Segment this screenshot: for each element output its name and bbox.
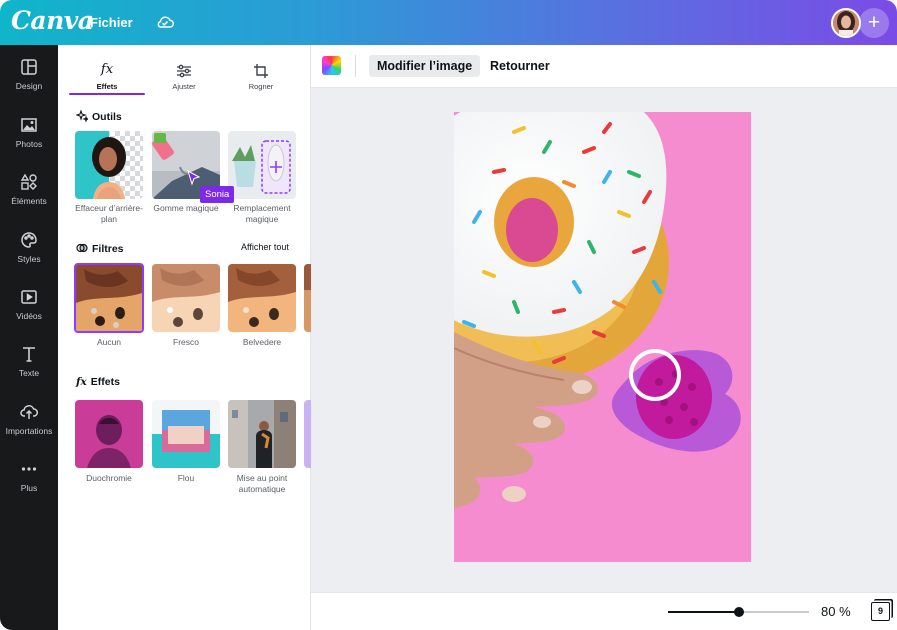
tab-effects[interactable]: fx Effets bbox=[69, 61, 145, 91]
image-icon bbox=[21, 118, 37, 132]
effect-autofocus-thumb[interactable] bbox=[228, 400, 296, 468]
tab-crop[interactable]: Rogner bbox=[223, 61, 299, 91]
filter-none-thumb[interactable] bbox=[74, 263, 144, 333]
rail-label: Plus bbox=[20, 483, 38, 493]
section-title-filters: Filtres bbox=[76, 242, 124, 255]
effect-label: Flou bbox=[177, 473, 195, 483]
tab-label: Rogner bbox=[248, 82, 274, 91]
show-all-filters-link[interactable]: Afficher tout bbox=[241, 242, 289, 252]
video-icon bbox=[21, 290, 37, 304]
active-tab-indicator bbox=[69, 93, 145, 95]
sliders-icon bbox=[146, 61, 222, 79]
effect-next-thumb-partial[interactable] bbox=[304, 400, 311, 468]
effects-title: Effets bbox=[90, 376, 120, 388]
rail-item-uploads[interactable]: Importations bbox=[0, 403, 58, 453]
section-title-tools: Outils bbox=[75, 109, 122, 123]
edit-image-button[interactable]: Modifier l’image bbox=[369, 55, 481, 77]
filter-label: Fresco bbox=[173, 337, 199, 347]
layout-icon bbox=[21, 59, 37, 75]
effect-label: Mise au point automatique bbox=[236, 473, 288, 494]
tool-bg-remover-thumb[interactable] bbox=[75, 131, 143, 199]
toolbar-divider bbox=[355, 55, 356, 77]
effect-blur-thumb[interactable] bbox=[152, 400, 220, 468]
tool-label: Gomme magique bbox=[153, 203, 219, 213]
effects-panel: fx Effets Ajuster Rogner Outils Sonia Ef… bbox=[58, 45, 311, 630]
fx-icon: fx bbox=[76, 376, 87, 388]
zoom-value[interactable]: 80 % bbox=[821, 604, 851, 619]
filters-title: Filtres bbox=[92, 243, 124, 255]
canvas-area bbox=[311, 88, 897, 592]
tools-title: Outils bbox=[92, 111, 122, 123]
flip-button[interactable]: Retourner bbox=[490, 55, 550, 77]
tool-label: Remplacement magique bbox=[233, 203, 291, 224]
fx-icon: fx bbox=[100, 62, 114, 77]
rail-item-photos[interactable]: Photos bbox=[0, 116, 58, 166]
cloud-save-icon[interactable] bbox=[155, 13, 175, 31]
filter-label: Belvedere bbox=[242, 337, 282, 347]
rail-item-more[interactable]: Plus bbox=[0, 460, 58, 510]
design-photo-donut[interactable] bbox=[454, 112, 751, 562]
filters-icon bbox=[76, 243, 88, 253]
rail-label: Vidéos bbox=[16, 311, 42, 321]
zoom-slider-fill bbox=[668, 611, 739, 613]
zoom-slider-handle[interactable] bbox=[733, 607, 744, 617]
zoom-slider[interactable] bbox=[668, 607, 809, 617]
pages-count-button[interactable]: 9 bbox=[871, 602, 890, 621]
rail-item-design[interactable]: Design bbox=[0, 58, 58, 108]
rail-item-elements[interactable]: Éléments bbox=[0, 173, 58, 223]
canva-logo[interactable]: Canva bbox=[11, 6, 94, 35]
rail-item-styles[interactable]: Styles bbox=[0, 231, 58, 281]
top-bar: Canva Fichier + bbox=[0, 0, 897, 45]
tool-label: Effaceur d’arrière-plan bbox=[75, 203, 143, 224]
rail-item-text[interactable]: Texte bbox=[0, 345, 58, 395]
filter-belvedere-thumb[interactable] bbox=[228, 264, 296, 332]
user-avatar[interactable] bbox=[831, 8, 861, 38]
color-picker-button[interactable] bbox=[322, 56, 341, 75]
sparkle-icon bbox=[75, 109, 90, 123]
add-collaborator-button[interactable]: + bbox=[859, 8, 889, 38]
more-icon bbox=[21, 467, 37, 471]
rail-label: Design bbox=[15, 81, 43, 91]
rail-label: Éléments bbox=[11, 196, 47, 206]
filter-fresco-thumb[interactable] bbox=[152, 264, 220, 332]
effect-label: Duochromie bbox=[86, 473, 132, 483]
tab-label: Ajuster bbox=[172, 82, 196, 91]
text-icon bbox=[23, 347, 35, 362]
rail-label: Importations bbox=[5, 426, 53, 436]
bottom-bar: 80 % 9 bbox=[311, 592, 897, 630]
effect-duotone-thumb[interactable] bbox=[75, 400, 143, 468]
tab-label: Effets bbox=[96, 82, 118, 91]
crop-icon bbox=[223, 61, 299, 79]
cursor-arrow-icon bbox=[187, 170, 201, 186]
rail-label: Styles bbox=[17, 254, 41, 264]
upload-icon bbox=[20, 405, 38, 419]
filter-label: Aucun bbox=[96, 337, 122, 347]
tool-magic-replace-thumb[interactable] bbox=[228, 131, 296, 199]
filter-next-thumb-partial[interactable] bbox=[304, 264, 311, 332]
tab-adjust[interactable]: Ajuster bbox=[146, 61, 222, 91]
collaborator-cursor-tag: Sonia bbox=[200, 186, 235, 203]
file-menu[interactable]: Fichier bbox=[90, 15, 133, 30]
editor-toolbar: Modifier l’image Retourner bbox=[311, 45, 897, 88]
palette-icon bbox=[21, 232, 37, 248]
rail-label: Photos bbox=[15, 139, 43, 149]
rail-label: Texte bbox=[18, 368, 40, 378]
shapes-icon bbox=[20, 173, 37, 190]
left-rail: Design Photos Éléments Styles Vidéos Tex… bbox=[0, 45, 58, 630]
section-title-effects: fx Effets bbox=[76, 376, 120, 388]
rail-item-videos[interactable]: Vidéos bbox=[0, 288, 58, 338]
